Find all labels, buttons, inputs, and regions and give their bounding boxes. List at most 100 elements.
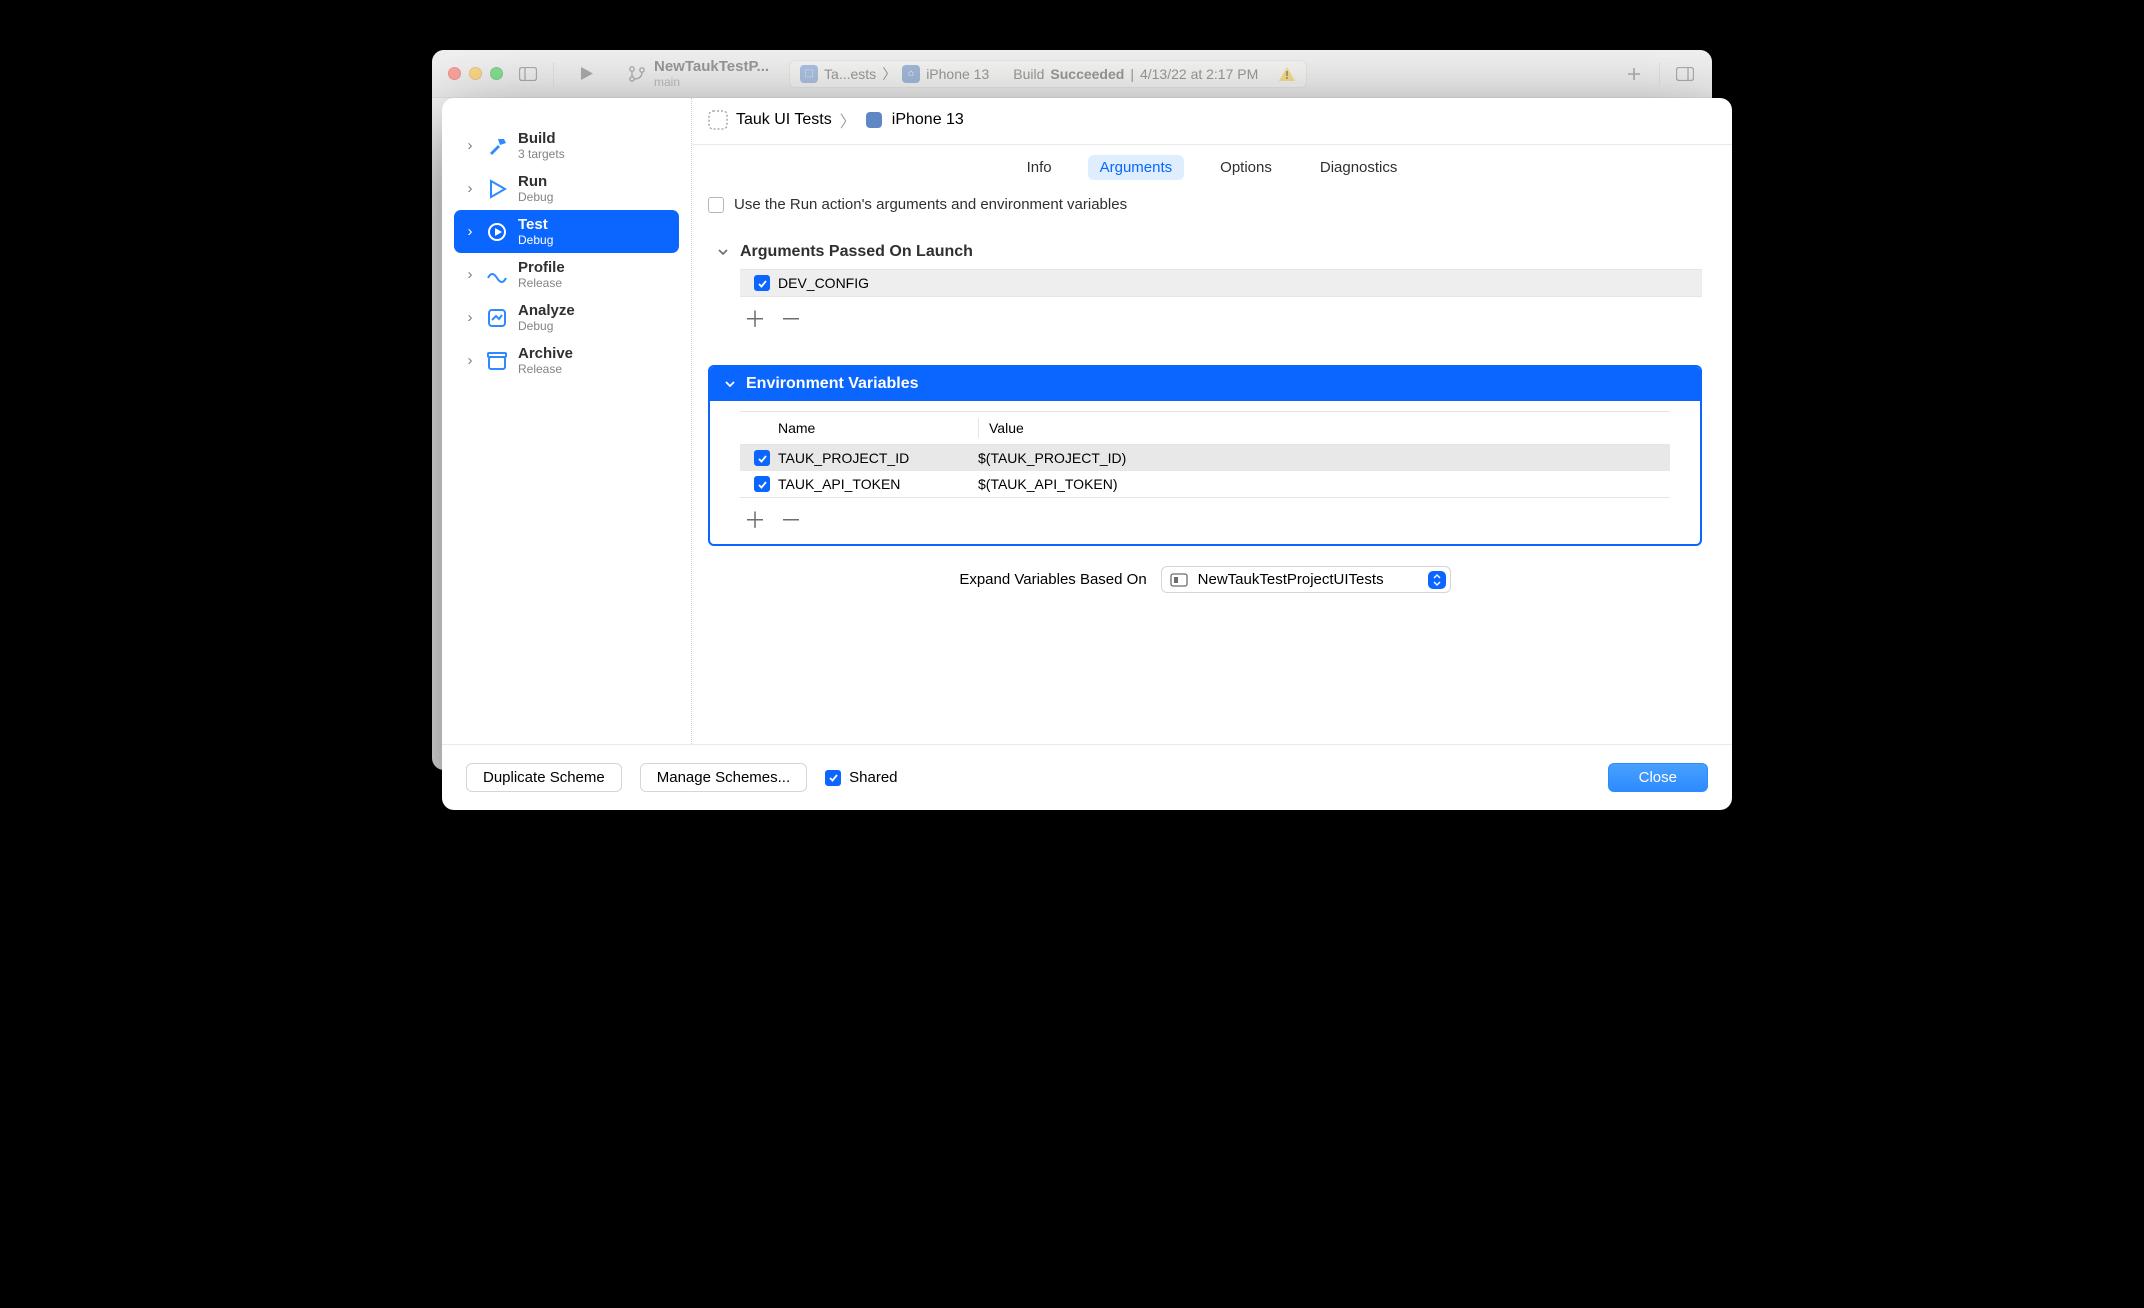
build-result: Succeeded: [1050, 66, 1124, 82]
env-enable-checkbox[interactable]: [754, 476, 770, 492]
chevron-down-icon: [716, 246, 730, 258]
sidebar-item-analyze[interactable]: › Analyze Debug: [454, 296, 679, 339]
argument-value: DEV_CONFIG: [778, 275, 1696, 291]
scheme-editor-sheet: › Build 3 targets › Run: [442, 98, 1732, 810]
env-table-header: Name Value: [740, 411, 1670, 445]
branch-icon: [628, 65, 646, 83]
sidebar-item-build[interactable]: › Build 3 targets: [454, 124, 679, 167]
manage-schemes-button[interactable]: Manage Schemes...: [640, 763, 807, 792]
env-name: TAUK_PROJECT_ID: [778, 450, 978, 466]
expand-vars-label: Expand Variables Based On: [959, 571, 1146, 588]
up-down-chevron-icon: [1428, 571, 1446, 589]
arguments-table: DEV_CONFIG: [740, 269, 1702, 297]
add-argument-button[interactable]: ＋: [744, 309, 766, 331]
scheme-main: Tauk UI Tests 〉 iPhone 13 Info Arguments…: [692, 98, 1732, 744]
shared-checkbox[interactable]: [825, 770, 841, 786]
disclosure-chevron-icon: ›: [464, 266, 476, 283]
duplicate-scheme-button[interactable]: Duplicate Scheme: [466, 763, 622, 792]
scheme-sidebar: › Build 3 targets › Run: [442, 98, 692, 744]
tab-arguments[interactable]: Arguments: [1088, 155, 1185, 180]
close-button[interactable]: Close: [1608, 763, 1708, 792]
section-arguments-label: Arguments Passed On Launch: [740, 243, 973, 261]
sidebar-item-archive[interactable]: › Archive Release: [454, 339, 679, 382]
crumb-scheme: Tauk UI Tests: [736, 111, 832, 129]
tab-options[interactable]: Options: [1208, 155, 1284, 180]
tab-info[interactable]: Info: [1015, 155, 1064, 180]
chevron-down-icon: [724, 378, 736, 390]
scheme-status-chip[interactable]: ⬚ Ta...ests 〉 ⌂ iPhone 13 Build Succeede…: [789, 60, 1307, 88]
device-icon: ⌂: [902, 65, 920, 83]
tabs: Info Arguments Options Diagnostics: [692, 145, 1732, 196]
remove-env-button[interactable]: －: [780, 510, 802, 532]
scheme-icon: ⬚: [800, 65, 818, 83]
build-label: Build: [1013, 66, 1044, 82]
environment-variables-section: Environment Variables Name Value: [708, 365, 1702, 546]
minimize-window-button[interactable]: [469, 67, 482, 80]
sidebar-item-label: Analyze: [518, 302, 575, 319]
section-arguments-header[interactable]: Arguments Passed On Launch: [708, 237, 1702, 269]
table-row[interactable]: TAUK_API_TOKEN $(TAUK_API_TOKEN): [740, 471, 1670, 497]
run-button[interactable]: [564, 60, 608, 88]
env-col-name: Name: [778, 420, 978, 436]
sidebar-item-test[interactable]: › Test Debug: [454, 210, 679, 253]
sidebar-item-label: Test: [518, 216, 553, 233]
use-run-args-label: Use the Run action's arguments and envir…: [734, 196, 1127, 213]
sidebar-item-sub: Debug: [518, 319, 575, 333]
sidebar-item-label: Archive: [518, 345, 573, 362]
play-icon: [486, 178, 508, 200]
gauge-icon: [486, 264, 508, 286]
sidebar-item-profile[interactable]: › Profile Release: [454, 253, 679, 296]
project-name: NewTaukTestP...: [654, 58, 769, 75]
expand-target-value: NewTaukTestProjectUITests: [1198, 571, 1384, 588]
breadcrumb[interactable]: Tauk UI Tests 〉 iPhone 13: [692, 98, 1732, 145]
sidebar-item-sub: Debug: [518, 233, 553, 247]
zoom-window-button[interactable]: [490, 67, 503, 80]
crumb-device: iPhone 13: [892, 111, 964, 129]
env-col-value: Value: [989, 420, 1664, 436]
add-env-button[interactable]: ＋: [744, 510, 766, 532]
chevron-right-icon: 〉: [882, 64, 896, 84]
traffic-lights: [448, 67, 503, 80]
table-row[interactable]: TAUK_PROJECT_ID $(TAUK_PROJECT_ID): [740, 445, 1670, 471]
warning-icon[interactable]: [1278, 65, 1296, 83]
chevron-right-icon: 〉: [840, 108, 856, 132]
use-run-args-checkbox[interactable]: [708, 197, 724, 213]
sheet-footer: Duplicate Scheme Manage Schemes... Share…: [442, 744, 1732, 810]
sidebar-item-sub: Release: [518, 362, 573, 376]
tab-diagnostics[interactable]: Diagnostics: [1308, 155, 1410, 180]
env-enable-checkbox[interactable]: [754, 450, 770, 466]
add-button[interactable]: [1619, 60, 1649, 88]
env-name: TAUK_API_TOKEN: [778, 476, 978, 492]
sidebar-item-label: Run: [518, 173, 553, 190]
disclosure-chevron-icon: ›: [464, 309, 476, 326]
table-row[interactable]: DEV_CONFIG: [740, 270, 1702, 296]
sidebar-item-run[interactable]: › Run Debug: [454, 167, 679, 210]
env-value: $(TAUK_PROJECT_ID): [978, 450, 1664, 466]
close-window-button[interactable]: [448, 67, 461, 80]
disclosure-chevron-icon: ›: [464, 180, 476, 197]
library-toggle-button[interactable]: [1670, 60, 1700, 88]
remove-argument-button[interactable]: －: [780, 309, 802, 331]
scheme-short-name: Ta...ests: [824, 66, 876, 82]
device-name: iPhone 13: [926, 66, 989, 82]
sidebar-item-sub: Debug: [518, 190, 553, 204]
shared-label: Shared: [849, 769, 897, 786]
scheme-icon: [708, 110, 728, 130]
sidebar-toggle-button[interactable]: [513, 60, 543, 88]
sidebar-item-sub: 3 targets: [518, 147, 565, 161]
section-env-label: Environment Variables: [746, 375, 919, 393]
project-title: NewTaukTestP... main: [618, 55, 779, 92]
expand-target-select[interactable]: NewTaukTestProjectUITests: [1161, 566, 1451, 593]
disclosure-chevron-icon: ›: [464, 223, 476, 240]
section-env-header[interactable]: Environment Variables: [710, 367, 1700, 401]
hammer-icon: [486, 135, 508, 157]
sidebar-item-label: Profile: [518, 259, 565, 276]
archive-icon: [486, 350, 508, 372]
build-time: 4/13/22 at 2:17 PM: [1140, 66, 1258, 82]
titlebar: NewTaukTestP... main ⬚ Ta...ests 〉 ⌂ iPh…: [432, 50, 1712, 98]
env-value: $(TAUK_API_TOKEN): [978, 476, 1664, 492]
target-icon: [1170, 573, 1188, 587]
device-icon: [864, 110, 884, 130]
analyze-icon: [486, 307, 508, 329]
argument-enable-checkbox[interactable]: [754, 275, 770, 291]
